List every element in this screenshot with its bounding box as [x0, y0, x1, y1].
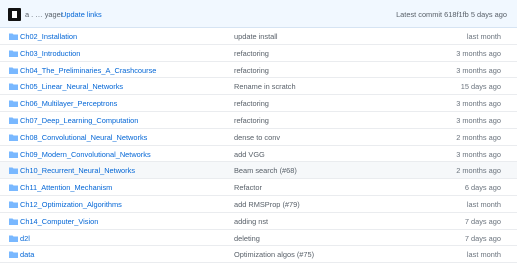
table-row[interactable]: data Optimization algos (#75) last month: [0, 246, 517, 263]
commit-message-link[interactable]: deleting: [234, 234, 260, 243]
commit-age: last month: [466, 250, 501, 260]
commit-message-link[interactable]: Refactor: [234, 183, 262, 192]
commit-message-link[interactable]: adding nst: [234, 217, 268, 226]
commit-age: 3 months ago: [456, 115, 501, 125]
table-row[interactable]: Ch11_Attention_Mechanism Refactor 6 days a…: [0, 179, 517, 196]
commit-message-link[interactable]: dense to conv: [234, 133, 280, 142]
commit-age: 6 days ago: [464, 183, 501, 193]
commit-age: 3 months ago: [456, 48, 501, 58]
commit-age: 3 months ago: [456, 149, 501, 159]
commit-message-link[interactable]: Rename in scratch: [234, 82, 296, 91]
folder-icon: [9, 184, 18, 192]
folder-name-link[interactable]: Ch14_Computer_Vision: [20, 217, 98, 226]
folder-icon: [9, 218, 18, 225]
table-row[interactable]: Ch02_Installation update install last mont…: [0, 28, 517, 45]
folder-icon: [9, 134, 18, 141]
file-list: Ch02_Installation update install last mont…: [0, 28, 517, 263]
folder-name-link[interactable]: Ch07_Deep_Learning_Computation: [20, 116, 138, 125]
file-browser: a . … уager Update links Latest commit 6…: [0, 0, 517, 263]
folder-name-link[interactable]: Ch06_Multilayer_Perceptrons: [20, 99, 117, 108]
folder-name-link[interactable]: Ch03_Introduction: [20, 49, 80, 58]
commit-age: 3 months ago: [456, 65, 501, 75]
folder-icon: [9, 235, 18, 242]
commit-age: 3 months ago: [456, 99, 501, 109]
commit-message-link[interactable]: add RMSProp (#79): [234, 200, 300, 209]
table-row[interactable]: d2l deleting 7 days ago: [0, 230, 517, 247]
folder-name-link[interactable]: Ch12_Optimization_Algorithms: [20, 200, 122, 209]
commit-message-link[interactable]: refactoring: [234, 66, 269, 75]
table-row[interactable]: Ch14_Computer_Vision adding nst 7 days ago: [0, 213, 517, 230]
commit-message-link[interactable]: Beam search (#68): [234, 166, 297, 175]
avatar[interactable]: [8, 8, 21, 21]
folder-name-link[interactable]: data: [20, 250, 34, 259]
latest-commit-bar: a . … уager Update links Latest commit 6…: [0, 0, 517, 28]
table-row[interactable]: Ch09_Modern_Convolutional_Networks add VG…: [0, 146, 517, 163]
commit-age: 2 months ago: [456, 166, 501, 176]
folder-name-link[interactable]: Ch02_Installation: [20, 32, 77, 41]
folder-icon: [9, 83, 18, 91]
table-row[interactable]: Ch12_Optimization_Algorithms add RMSProp …: [0, 196, 517, 213]
commit-age: 7 days ago: [464, 216, 501, 226]
table-row[interactable]: Ch03_Introduction refactoring 3 months ago: [0, 45, 517, 62]
folder-name-link[interactable]: Ch08_Convolutional_Neural_Networks: [20, 133, 147, 142]
commit-age: 7 days ago: [464, 233, 501, 243]
folder-name-link[interactable]: d2l: [20, 234, 30, 243]
folder-icon: [9, 167, 18, 175]
folder-icon: [9, 251, 18, 259]
table-row[interactable]: Ch08_Convolutional_Neural_Networks dense …: [0, 129, 517, 146]
folder-icon: [9, 201, 18, 208]
folder-icon: [9, 67, 18, 74]
folder-icon: [9, 100, 18, 108]
commit-author[interactable]: a . … уager: [25, 10, 63, 19]
folder-name-link[interactable]: Ch04_The_Preliminaries_A_Crashcourse: [20, 66, 156, 75]
commit-age: 15 days ago: [460, 82, 501, 92]
latest-commit-info[interactable]: Latest commit 618f1fb 5 days ago: [396, 10, 507, 19]
commit-message-link[interactable]: refactoring: [234, 49, 269, 58]
commit-age: last month: [466, 32, 501, 41]
commit-message-link[interactable]: Optimization algos (#75): [234, 250, 314, 259]
commit-message-link[interactable]: add VGG: [234, 150, 265, 159]
table-row[interactable]: Ch05_Linear_Neural_Networks Rename in scr…: [0, 78, 517, 96]
table-row[interactable]: Ch06_Multilayer_Perceptrons refactoring 3 …: [0, 95, 517, 112]
commit-message-link[interactable]: refactoring: [234, 116, 269, 125]
table-row[interactable]: Ch04_The_Preliminaries_A_Crashcourse refa…: [0, 62, 517, 79]
commit-age: last month: [466, 199, 501, 209]
table-row[interactable]: Ch10_Recurrent_Neural_Networks Beam searc…: [0, 162, 517, 180]
folder-icon: [9, 151, 18, 158]
folder-name-link[interactable]: Ch05_Linear_Neural_Networks: [20, 82, 123, 91]
folder-icon: [9, 50, 18, 57]
commit-message-link[interactable]: update install: [234, 32, 278, 41]
commit-message-link[interactable]: Update links: [61, 10, 102, 19]
commit-message-link[interactable]: refactoring: [234, 99, 269, 108]
folder-name-link[interactable]: Ch11_Attention_Mechanism: [20, 183, 112, 192]
folder-name-link[interactable]: Ch10_Recurrent_Neural_Networks: [20, 166, 135, 175]
folder-icon: [9, 117, 18, 124]
table-row[interactable]: Ch07_Deep_Learning_Computation refactorin…: [0, 112, 517, 129]
folder-icon: [9, 33, 18, 40]
commit-age: 2 months ago: [456, 132, 501, 142]
folder-name-link[interactable]: Ch09_Modern_Convolutional_Networks: [20, 150, 151, 159]
